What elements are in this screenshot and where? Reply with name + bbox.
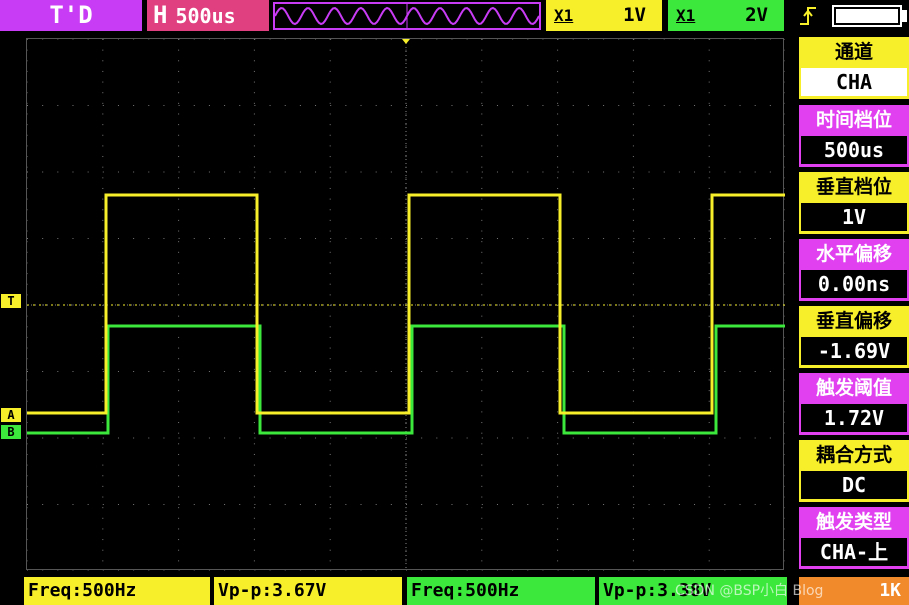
battery-tip: [902, 10, 907, 22]
channel-a-offset-marker[interactable]: A: [1, 408, 21, 422]
channel-a-volts: 1V: [623, 4, 646, 26]
menu-item-value: DC: [801, 471, 907, 499]
sine-overview-icon: [274, 4, 540, 28]
channel-b-settings[interactable]: X1 2V: [668, 0, 784, 31]
menu-item-7[interactable]: 触发类型 CHA-上: [799, 507, 909, 569]
menu-item-title: 垂直偏移: [815, 310, 892, 332]
menu-item-0[interactable]: 通道 CHA: [799, 37, 909, 99]
menu-item-value: 1.72V: [801, 404, 907, 432]
menu-item-title: 时间档位: [815, 109, 892, 131]
channel-b-frequency: Freq:500Hz: [407, 577, 595, 605]
battery-full-icon: [832, 5, 902, 27]
channel-a-settings[interactable]: X1 1V: [546, 0, 662, 31]
scope-grid: [26, 38, 786, 572]
channel-a-coupling: X1: [554, 6, 574, 25]
menu-item-1[interactable]: 时间档位 500us: [799, 105, 909, 167]
menu-item-3[interactable]: 水平偏移 0.00ns: [799, 239, 909, 301]
menu-item-title: 耦合方式: [815, 444, 892, 466]
menu-item-4[interactable]: 垂直偏移 -1.69V: [799, 306, 909, 368]
channel-b-coupling: X1: [676, 6, 696, 25]
menu-item-title: 触发类型: [815, 511, 892, 533]
channel-b-volts: 2V: [745, 4, 768, 26]
menu-item-5[interactable]: 触发阈值 1.72V: [799, 373, 909, 435]
trigger-level-marker[interactable]: T: [1, 294, 21, 308]
channel-a-frequency: Freq:500Hz: [24, 577, 210, 605]
channel-a-vpp: Vp-p:3.67V: [214, 577, 402, 605]
menu-item-value: CHA: [801, 68, 907, 96]
menu-item-value: 1V: [801, 203, 907, 231]
waveform-overview: [273, 2, 541, 30]
menu-item-title: 水平偏移: [815, 243, 892, 265]
channel-b-offset-marker[interactable]: B: [1, 425, 21, 439]
trigger-rising-edge-icon: [796, 2, 820, 30]
menu-item-value: 0.00ns: [801, 270, 907, 298]
timebase-value: 500us: [175, 4, 236, 28]
menu-item-title: 触发阈值: [815, 377, 892, 399]
watermark: CSDN @BSP小白 Blog: [675, 583, 824, 599]
menu-item-title: 垂直档位: [815, 176, 892, 198]
mode-indicator[interactable]: T'D: [0, 0, 142, 31]
trigger-position-marker: [402, 39, 410, 44]
menu-item-6[interactable]: 耦合方式 DC: [799, 440, 909, 502]
menu-item-title: 通道: [834, 41, 873, 63]
timebase-indicator[interactable]: H 500us: [147, 0, 269, 31]
menu-item-value: 500us: [801, 136, 907, 164]
timebase-label: H: [153, 1, 168, 29]
menu-item-value: -1.69V: [801, 337, 907, 365]
scope-display[interactable]: [26, 38, 786, 572]
menu-item-2[interactable]: 垂直档位 1V: [799, 172, 909, 234]
menu-item-value: CHA-上: [801, 538, 907, 566]
